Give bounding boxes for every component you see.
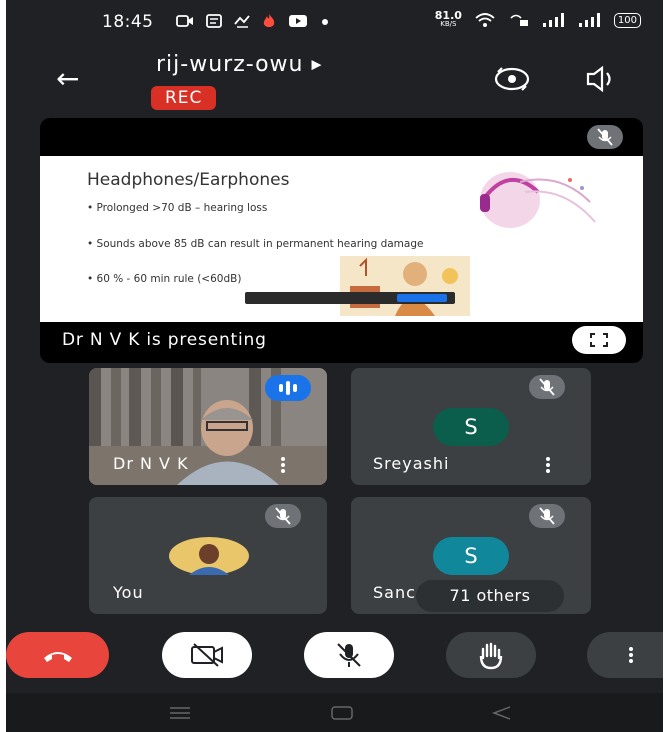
wifi-icon: [475, 13, 495, 27]
presentation-tile[interactable]: Headphones/Earphones • Prolonged >70 dB …: [40, 118, 643, 363]
avatar: [169, 537, 249, 575]
muted-badge: [265, 504, 301, 528]
mic-toggle-button[interactable]: [304, 632, 394, 678]
chevron-right-icon: ▶: [311, 57, 323, 73]
music-illustration: [340, 256, 470, 316]
flame-notification-icon: [263, 14, 275, 27]
system-status: 81.0 KB/S 100: [434, 9, 641, 29]
more-options-button[interactable]: [587, 632, 663, 678]
mic-off-icon: [337, 643, 361, 667]
meeting-title[interactable]: rij-wurz-owu ▶: [156, 52, 322, 77]
message-notification-icon: [206, 14, 222, 28]
system-navigation-bar: [6, 693, 663, 732]
stop-sharing-button: [397, 294, 447, 302]
speaking-indicator: [265, 375, 311, 401]
participant-name: You: [113, 583, 144, 602]
avatar: S: [433, 408, 509, 446]
camera-off-icon: [191, 643, 223, 667]
presenter-caption: Dr N V K is presenting: [62, 330, 267, 350]
screen-share-banner: [245, 292, 455, 304]
muted-badge: [529, 504, 565, 528]
participant-name: Sreyashi: [373, 454, 450, 473]
shared-slide: Headphones/Earphones • Prolonged >70 dB …: [40, 156, 643, 322]
audio-level-icon: [279, 381, 297, 395]
status-time: 18:45: [102, 12, 154, 32]
youtube-notification-icon: [289, 15, 307, 27]
headphone-illustration: [480, 172, 596, 228]
slide-heading: Headphones/Earphones: [87, 170, 290, 190]
more-vert-icon[interactable]: [280, 455, 286, 475]
volte-icon: [510, 14, 528, 26]
participant-tile-self[interactable]: You: [89, 497, 327, 614]
back-arrow-icon[interactable]: ←: [56, 62, 79, 95]
slide-bullet: • Sounds above 85 dB can result in perma…: [87, 238, 424, 250]
meeting-header: ← rij-wurz-owu ▶ REC: [6, 44, 663, 114]
slide-bullet: • 60 % - 60 min rule (<60dB): [87, 273, 242, 285]
mic-off-icon: [539, 378, 555, 396]
mic-off-icon: [539, 507, 555, 525]
back-nav-icon[interactable]: [490, 705, 514, 721]
battery-indicator: 100: [613, 12, 641, 28]
avatar: S: [433, 537, 509, 575]
muted-badge: [529, 375, 565, 399]
dot-notification-icon: [322, 19, 328, 25]
signal-icon-2: [578, 13, 600, 27]
phone-screen: 18:45 81.0 KB/S 100 ← rij-wurz-owu ▶ REC…: [6, 0, 663, 732]
gesture-notification-icon: [234, 15, 250, 28]
recording-badge: REC: [151, 86, 217, 110]
notification-icons: [176, 13, 330, 29]
slide-bullet: • Prolonged >70 dB – hearing loss: [87, 202, 268, 214]
fullscreen-icon: [590, 333, 608, 347]
raise-hand-button[interactable]: [446, 632, 536, 678]
camera-toggle-button[interactable]: [162, 632, 252, 678]
mic-off-icon: [275, 507, 291, 525]
signal-icon-1: [542, 13, 564, 27]
home-icon[interactable]: [330, 705, 354, 721]
participant-name: Dr N V K: [113, 454, 189, 473]
recents-icon[interactable]: [168, 705, 192, 721]
video-notification-icon: [176, 15, 193, 27]
mic-off-icon: [597, 128, 613, 146]
participant-tile[interactable]: Dr N V K: [89, 368, 327, 485]
presentation-muted-badge: [587, 125, 623, 149]
net-speed: 81.0 KB/S: [434, 9, 462, 28]
more-vert-icon[interactable]: [545, 455, 551, 475]
hang-up-icon: [44, 652, 72, 662]
participant-tile[interactable]: S Sreyashi: [351, 368, 591, 485]
status-bar: 18:45 81.0 KB/S 100: [6, 0, 663, 44]
others-count-badge[interactable]: 71 others: [416, 580, 564, 612]
speaker-icon[interactable]: [584, 64, 620, 94]
raise-hand-icon: [479, 642, 503, 670]
end-call-button[interactable]: [6, 632, 109, 678]
more-vert-icon: [628, 645, 634, 665]
switch-camera-icon[interactable]: [492, 64, 532, 94]
participant-name: Sanc: [373, 583, 416, 602]
fullscreen-button[interactable]: [572, 326, 626, 354]
